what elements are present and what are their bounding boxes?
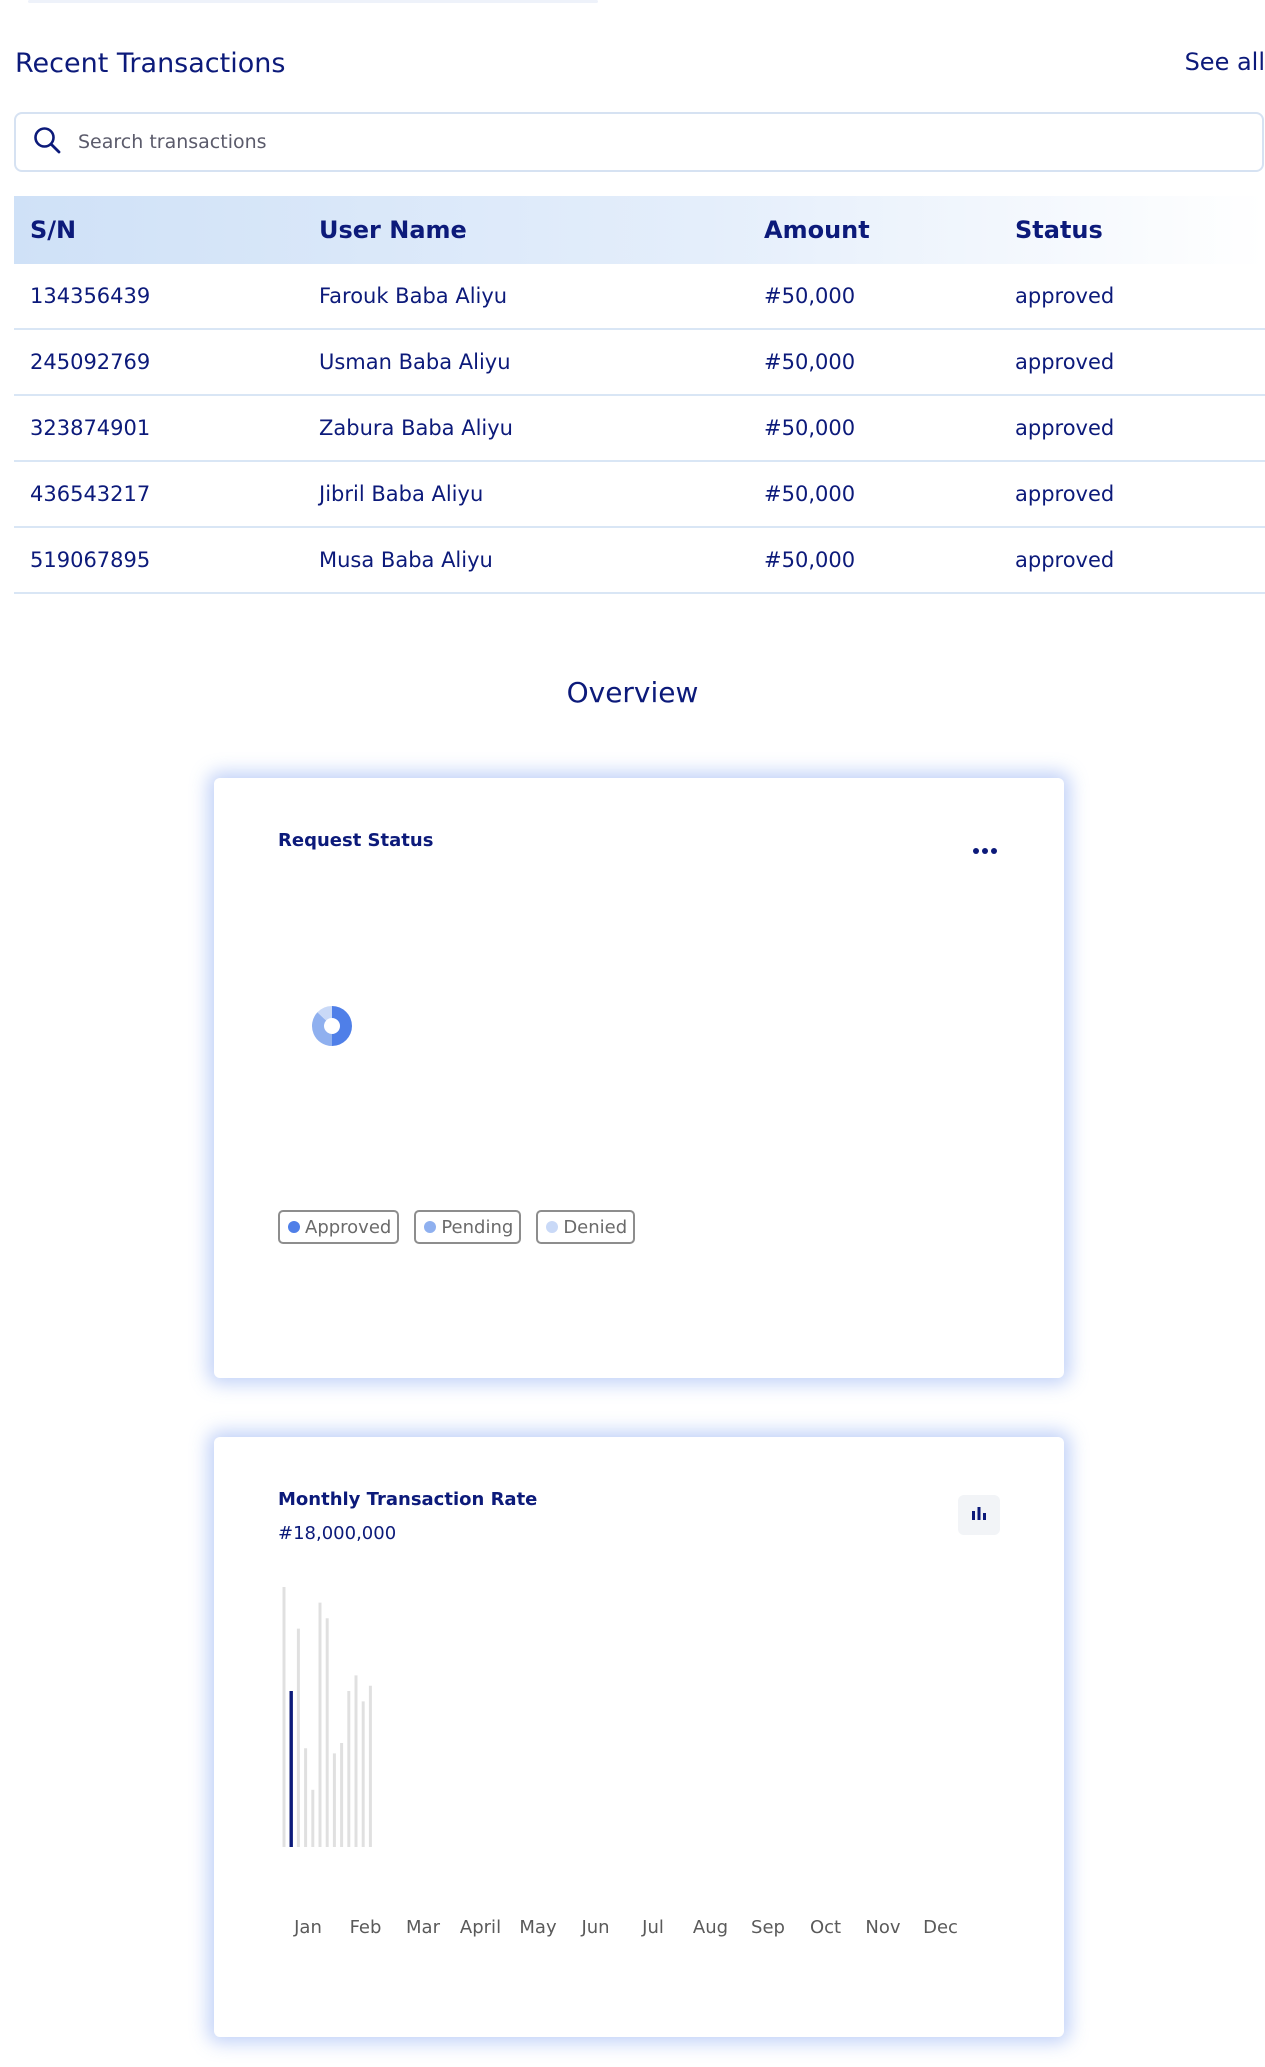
- cell-user-name: Zabura Baba Aliyu: [303, 395, 748, 462]
- chart-type-button[interactable]: [958, 1495, 1000, 1535]
- month-tick-label: Sep: [751, 1917, 785, 1938]
- cell-user-name: Musa Baba Aliyu: [303, 527, 748, 594]
- table-row[interactable]: 245092769 Usman Baba Aliyu #50,000 appro…: [14, 329, 1265, 396]
- more-options-icon[interactable]: [972, 840, 998, 859]
- cell-sn: 323874901: [14, 395, 303, 462]
- monthly-transaction-amount: #18,000,000: [278, 1523, 397, 1544]
- cell-user-name: Farouk Baba Aliyu: [303, 264, 748, 330]
- cell-sn: 436543217: [14, 461, 303, 528]
- transactions-table: S/N User Name Amount Status 134356439 Fa…: [14, 196, 1265, 594]
- search-box[interactable]: [14, 112, 1264, 172]
- pie-legend: Approved Pending Denied: [278, 1210, 636, 1244]
- cell-amount: #50,000: [748, 395, 999, 462]
- month-tick-label: Oct: [809, 1917, 842, 1938]
- request-status-card: Request Status Approved Pending Denied: [214, 778, 1064, 1378]
- table-row[interactable]: 519067895 Musa Baba Aliyu #50,000 approv…: [14, 527, 1265, 594]
- cell-sn: 245092769: [14, 329, 303, 396]
- legend-label: Approved: [305, 1216, 392, 1238]
- legend-label: Denied: [563, 1216, 628, 1238]
- legend-denied[interactable]: Denied: [536, 1210, 636, 1244]
- pie-slice-approved: [332, 1006, 352, 1046]
- bar-chart-icon: [970, 1505, 988, 1525]
- column-header-amount[interactable]: Amount: [748, 196, 999, 264]
- request-status-title: Request Status: [278, 830, 434, 851]
- month-tick-label: Jul: [642, 1917, 664, 1938]
- month-axis: Jan Feb Mar April May Jun Jul Aug Sep Oct Nov Dec: [278, 1917, 998, 1941]
- overview-title: Overview: [566, 676, 699, 709]
- request-status-pie-chart: [312, 1006, 352, 1046]
- cell-status: approved: [999, 527, 1265, 594]
- month-tick-label: April: [459, 1917, 502, 1938]
- column-header-sn[interactable]: S/N: [14, 196, 303, 264]
- monthly-bar-chart: [282, 1587, 372, 1847]
- cell-status: approved: [999, 329, 1265, 396]
- legend-approved[interactable]: Approved: [278, 1210, 400, 1244]
- cell-amount: #50,000: [748, 329, 999, 396]
- cell-amount: #50,000: [748, 461, 999, 528]
- cell-status: approved: [999, 264, 1265, 330]
- cell-user-name: Jibril Baba Aliyu: [303, 461, 748, 528]
- monthly-transaction-title: Monthly Transaction Rate: [278, 1489, 538, 1510]
- month-tick-label: Jan: [294, 1917, 322, 1938]
- cell-amount: #50,000: [748, 527, 999, 594]
- table-row[interactable]: 134356439 Farouk Baba Aliyu #50,000 appr…: [14, 264, 1265, 330]
- recent-transactions-title: Recent Transactions: [15, 48, 286, 79]
- cell-status: approved: [999, 461, 1265, 528]
- cell-sn: 519067895: [14, 527, 303, 594]
- legend-dot-icon: [546, 1221, 559, 1233]
- cell-amount: #50,000: [748, 264, 999, 330]
- month-tick-label: Mar: [406, 1917, 440, 1938]
- cell-status: approved: [999, 395, 1265, 462]
- legend-pending[interactable]: Pending: [414, 1210, 522, 1244]
- month-tick-label: Dec: [923, 1917, 958, 1938]
- month-tick-label: Jun: [581, 1917, 610, 1938]
- table-row[interactable]: 323874901 Zabura Baba Aliyu #50,000 appr…: [14, 395, 1265, 462]
- search-input[interactable]: [76, 130, 1180, 154]
- cell-sn: 134356439: [14, 264, 303, 330]
- column-header-user-name[interactable]: User Name: [303, 196, 748, 264]
- top-divider: [28, 0, 598, 3]
- see-all-link[interactable]: See all: [1185, 48, 1265, 76]
- search-icon: [32, 125, 62, 159]
- month-tick-label: Nov: [865, 1917, 901, 1938]
- monthly-transaction-card: Monthly Transaction Rate #18,000,000 Jan…: [214, 1437, 1064, 2037]
- table-row[interactable]: 436543217 Jibril Baba Aliyu #50,000 appr…: [14, 461, 1265, 528]
- month-tick-label: Aug: [692, 1917, 729, 1938]
- legend-dot-icon: [288, 1221, 300, 1233]
- column-header-status[interactable]: Status: [999, 196, 1265, 264]
- legend-dot-icon: [424, 1221, 437, 1233]
- month-tick-label: Feb: [349, 1917, 382, 1938]
- month-tick-label: May: [519, 1917, 557, 1938]
- legend-label: Pending: [441, 1216, 514, 1238]
- cell-user-name: Usman Baba Aliyu: [303, 329, 748, 396]
- table-header-row: S/N User Name Amount Status: [14, 196, 1265, 264]
